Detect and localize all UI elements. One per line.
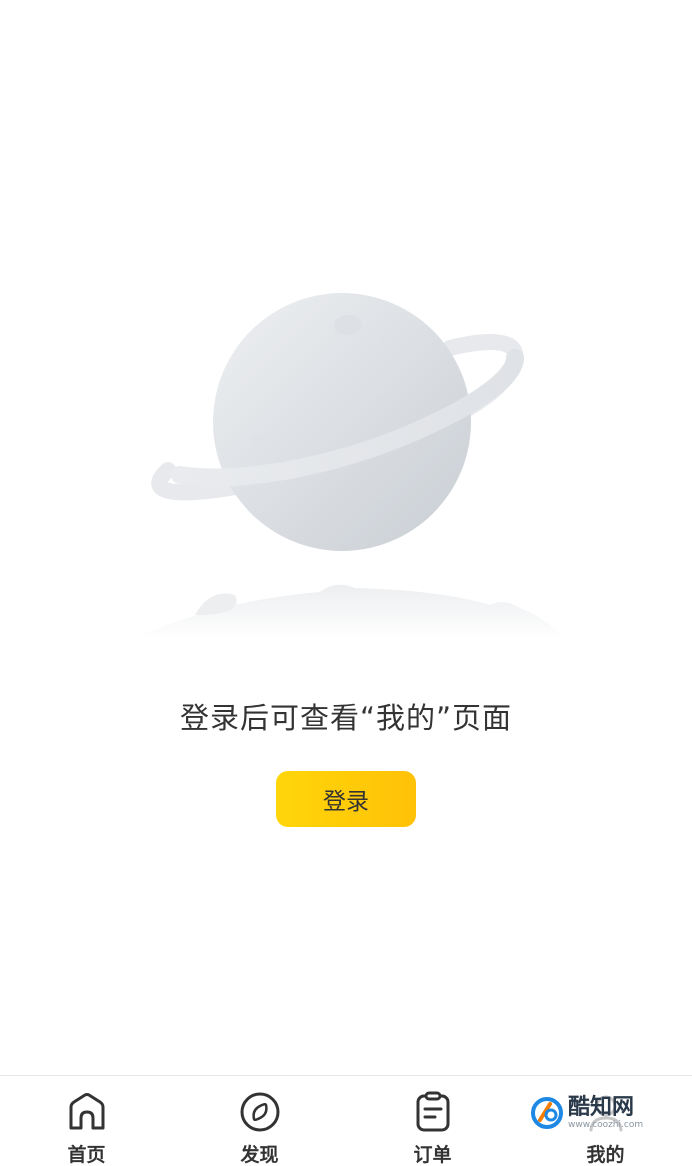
watermark-name: 酷知网	[568, 1094, 635, 1120]
login-prompt-text: 登录后可查看“我的”页面	[179, 701, 513, 735]
watermark: 酷知网 www.coozhi.com	[530, 1088, 660, 1138]
planet-illustration	[130, 293, 565, 640]
watermark-url: www.coozhi.com	[568, 1119, 644, 1130]
tab-home-label: 首页	[67, 1144, 106, 1166]
planet-crater	[334, 315, 362, 335]
tab-mine-label: 我的	[586, 1144, 625, 1166]
tab-home[interactable]: 首页	[0, 1076, 173, 1166]
compass-icon	[240, 1092, 279, 1132]
tab-orders[interactable]: 订单	[346, 1076, 519, 1166]
coozhi-logo-icon	[531, 1097, 563, 1129]
ground-shape	[130, 584, 565, 640]
my-page: 登录后可查看“我的”页面 登录 首页 发现 订单 我的 酷知网 www.cooz…	[0, 0, 692, 1166]
tab-discover[interactable]: 发现	[173, 1076, 346, 1166]
planet-crater	[251, 434, 269, 446]
login-button[interactable]: 登录	[276, 771, 416, 827]
tab-orders-label: 订单	[413, 1144, 452, 1166]
tab-discover-label: 发现	[240, 1144, 279, 1166]
home-icon	[69, 1093, 104, 1130]
clipboard-icon	[416, 1091, 449, 1132]
